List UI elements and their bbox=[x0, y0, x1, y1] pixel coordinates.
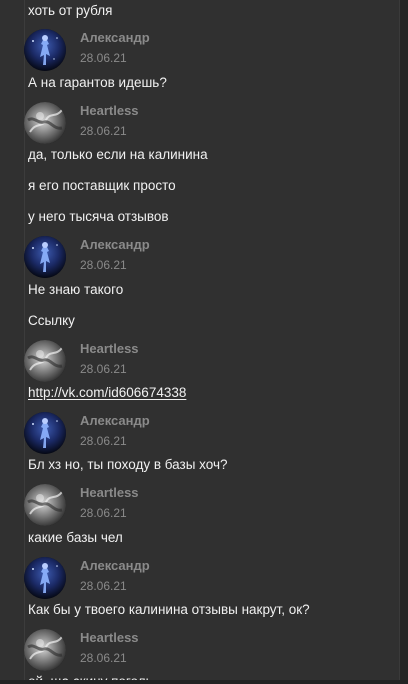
message-text: я его поставщик просто bbox=[28, 178, 176, 193]
message-text: какие базы чел bbox=[28, 530, 123, 545]
message-date: 28.06.21 bbox=[80, 651, 127, 665]
message-date: 28.06.21 bbox=[80, 506, 127, 520]
author-name[interactable]: Александр bbox=[80, 30, 150, 45]
grey-smoke-avatar[interactable] bbox=[24, 340, 66, 382]
grey-smoke-avatar[interactable] bbox=[24, 629, 66, 671]
message-date: 28.06.21 bbox=[80, 362, 127, 376]
message-text: у него тысяча отзывов bbox=[28, 209, 169, 224]
message-header: Heartless 28.06.21 bbox=[24, 484, 394, 528]
message-text: хоть от рубля bbox=[28, 3, 113, 18]
message-header: Heartless 28.06.21 bbox=[24, 340, 394, 384]
message-header: Heartless 28.06.21 bbox=[24, 102, 394, 146]
message-date: 28.06.21 bbox=[80, 124, 127, 138]
cosmic-figure-avatar[interactable] bbox=[24, 236, 66, 278]
profile-link[interactable]: http://vk.com/id606674338 bbox=[28, 384, 186, 402]
message-text: Ссылку bbox=[28, 313, 75, 328]
message-text: да, только если на калинина bbox=[28, 147, 208, 162]
cosmic-figure-avatar[interactable] bbox=[24, 412, 66, 454]
scrollbar-track[interactable] bbox=[399, 0, 408, 684]
author-name[interactable]: Александр bbox=[80, 237, 150, 252]
message-header: Александр 28.06.21 bbox=[24, 412, 394, 456]
author-name[interactable]: Heartless bbox=[80, 103, 139, 118]
cosmic-figure-avatar[interactable] bbox=[24, 29, 66, 71]
message-text: А на гарантов идешь? bbox=[28, 75, 167, 90]
author-name[interactable]: Heartless bbox=[80, 485, 139, 500]
message-header: Heartless 28.06.21 bbox=[24, 629, 394, 673]
message-header: Александр 28.06.21 bbox=[24, 236, 394, 280]
author-name[interactable]: Heartless bbox=[80, 341, 139, 356]
message-date: 28.06.21 bbox=[80, 579, 127, 593]
grey-smoke-avatar[interactable] bbox=[24, 102, 66, 144]
message-text: Бл хз но, ты походу в базы хоч? bbox=[28, 457, 228, 472]
grey-smoke-avatar[interactable] bbox=[24, 484, 66, 526]
author-name[interactable]: Александр bbox=[80, 413, 150, 428]
message-date: 28.06.21 bbox=[80, 258, 127, 272]
chat-window: хоть от рубля Александр 28.06.21 А на га… bbox=[0, 0, 408, 684]
message-text: Не знаю такого bbox=[28, 282, 124, 297]
author-name[interactable]: Александр bbox=[80, 558, 150, 573]
message-header: Александр 28.06.21 bbox=[24, 29, 394, 73]
message-date: 28.06.21 bbox=[80, 51, 127, 65]
author-name[interactable]: Heartless bbox=[80, 630, 139, 645]
message-date: 28.06.21 bbox=[80, 434, 127, 448]
message-header: Александр 28.06.21 bbox=[24, 557, 394, 601]
cosmic-figure-avatar[interactable] bbox=[24, 557, 66, 599]
bottom-edge bbox=[0, 680, 408, 684]
message-text: Как бы у твоего калинина отзывы накрут, … bbox=[28, 602, 310, 617]
